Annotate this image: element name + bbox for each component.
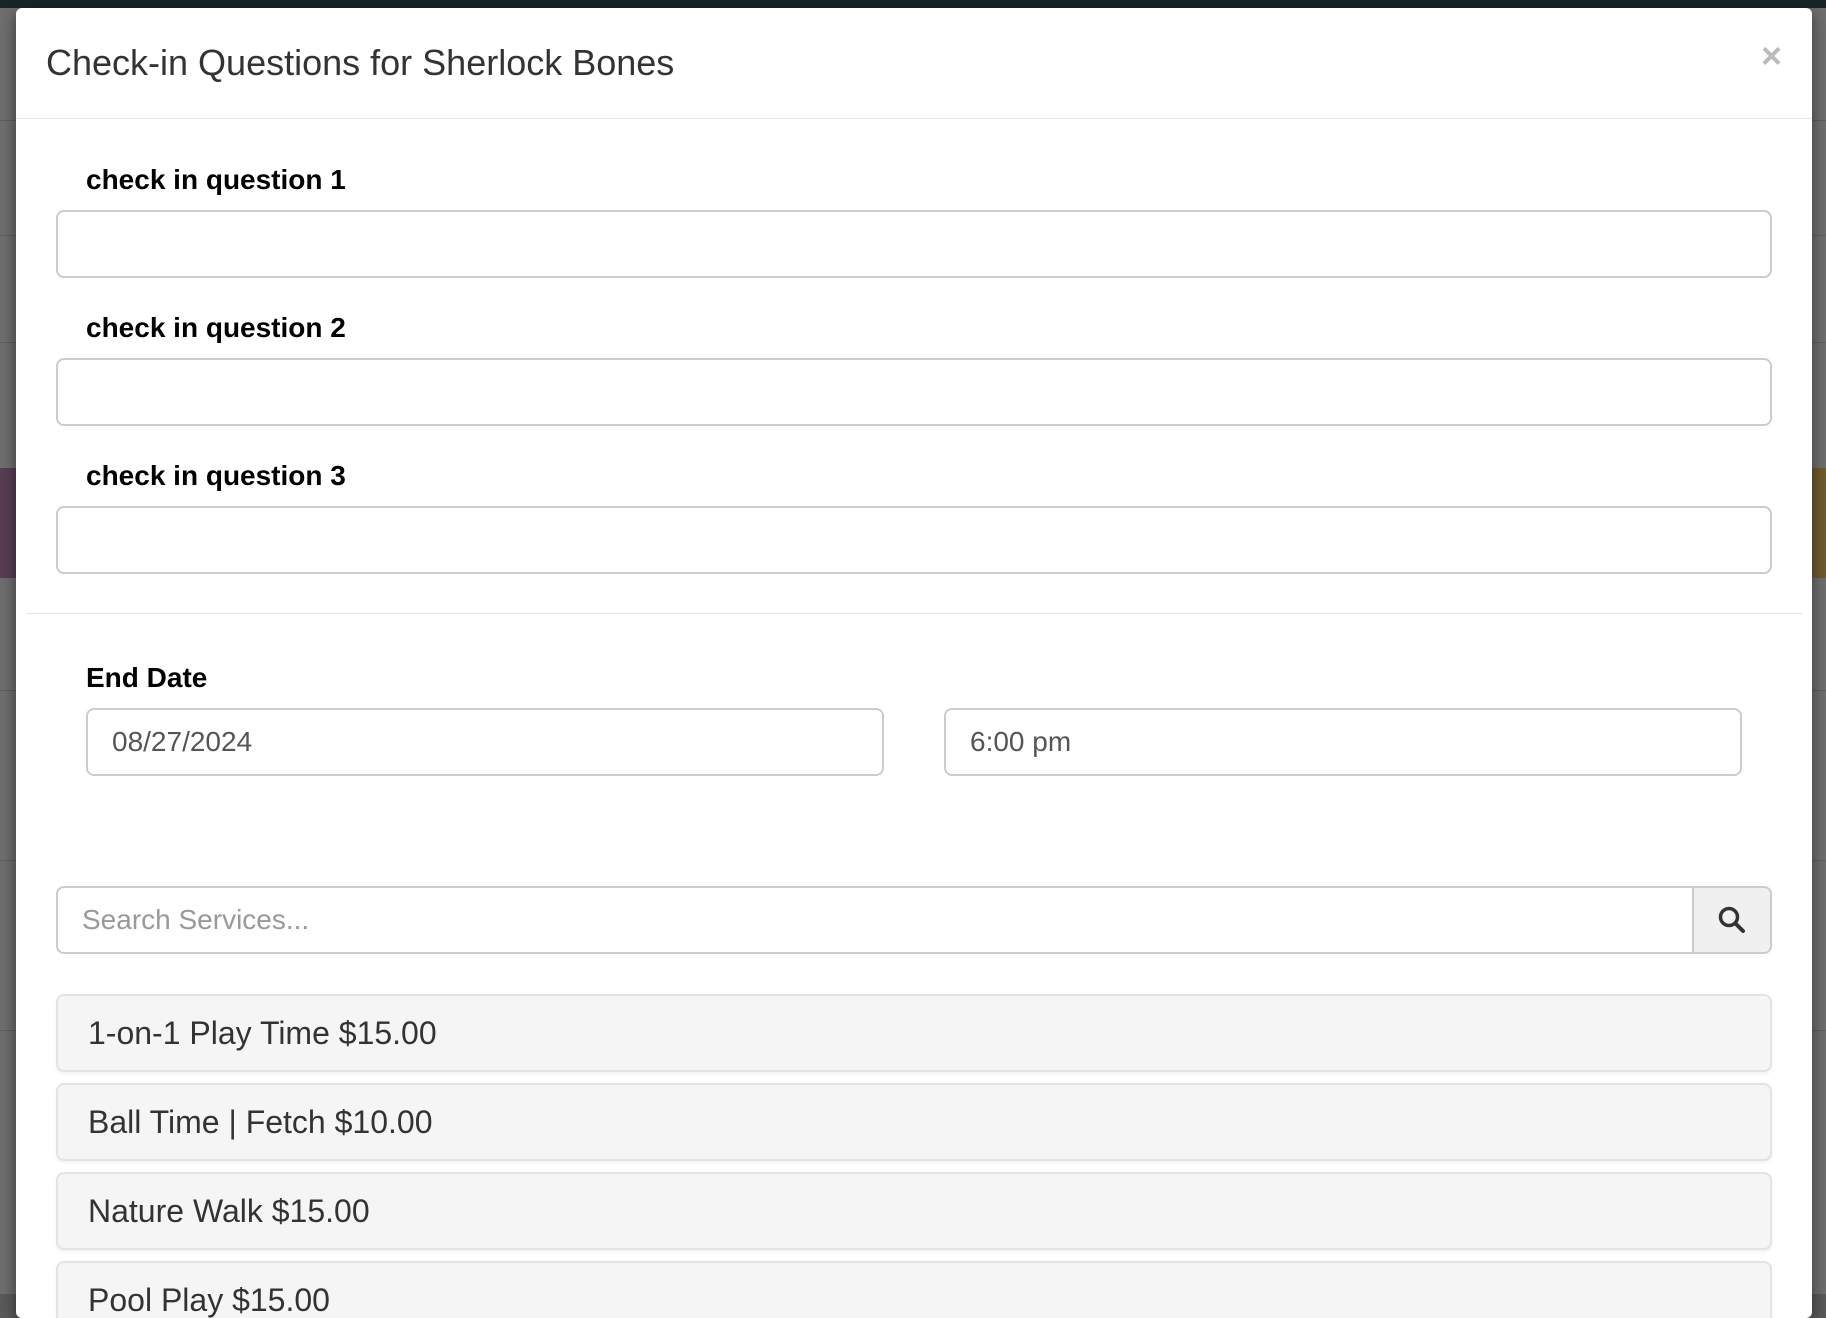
end-date-label: End Date bbox=[86, 662, 208, 693]
modal-header: Check-in Questions for Sherlock Bones × bbox=[16, 8, 1812, 119]
section-divider bbox=[26, 613, 1802, 614]
service-item[interactable]: Ball Time | Fetch $10.00 bbox=[56, 1083, 1772, 1161]
question-1-label: check in question 1 bbox=[86, 164, 346, 195]
modal-title: Check-in Questions for Sherlock Bones bbox=[46, 42, 675, 83]
question-2-input[interactable] bbox=[56, 358, 1772, 426]
end-date-input[interactable] bbox=[86, 708, 884, 776]
service-search-group bbox=[56, 886, 1772, 954]
question-2-label: check in question 2 bbox=[86, 312, 346, 343]
service-item[interactable]: 1-on-1 Play Time $15.00 bbox=[56, 994, 1772, 1072]
service-item[interactable]: Nature Walk $15.00 bbox=[56, 1172, 1772, 1250]
service-item[interactable]: Pool Play $15.00 bbox=[56, 1261, 1772, 1318]
question-1-input[interactable] bbox=[56, 210, 1772, 278]
question-3-label: check in question 3 bbox=[86, 460, 346, 491]
question-3-input[interactable] bbox=[56, 506, 1772, 574]
search-icon bbox=[1718, 906, 1745, 933]
close-button[interactable]: × bbox=[1761, 38, 1782, 74]
search-button[interactable] bbox=[1692, 886, 1772, 954]
check-in-questions-modal: Check-in Questions for Sherlock Bones × … bbox=[16, 8, 1812, 1318]
search-services-input[interactable] bbox=[56, 886, 1692, 954]
end-time-input[interactable] bbox=[944, 708, 1742, 776]
